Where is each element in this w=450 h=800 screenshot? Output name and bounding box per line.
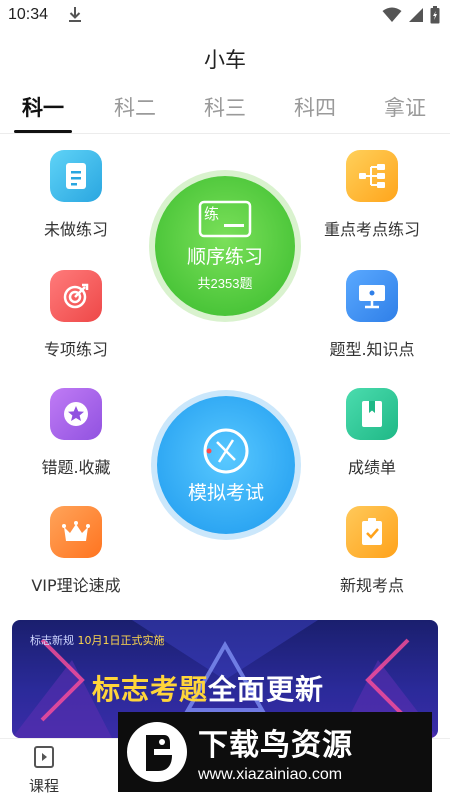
video-course-icon: [34, 746, 54, 768]
star-icon: [50, 388, 102, 440]
flowchart-icon: [346, 150, 398, 202]
watermark: 下载鸟资源 www.xiazainiao.com: [118, 712, 432, 792]
wifi-icon: [382, 7, 402, 22]
subject-tabs: 科一 科二 科三 科四 拿证: [0, 92, 450, 134]
feature-question-types[interactable]: 题型.知识点: [297, 270, 447, 360]
question-count: 共2353题: [197, 276, 253, 291]
target-icon: [50, 270, 102, 322]
document-icon: [50, 150, 102, 202]
feature-key-points[interactable]: 重点考点练习: [297, 150, 447, 240]
page-title: 小车: [204, 48, 246, 72]
feature-label: 新规考点: [339, 576, 404, 595]
feature-new-rules[interactable]: 新规考点: [297, 506, 447, 596]
banner-prefix: 标志新规: [30, 634, 74, 647]
feature-undone-practice[interactable]: 未做练习: [1, 150, 151, 240]
crown-icon: [50, 506, 102, 558]
checklist-icon: [346, 506, 398, 558]
banner-date: 10月1日正式实施: [77, 634, 165, 647]
sequential-practice-button[interactable]: 练 顺序练习 共2353题: [155, 176, 295, 316]
practice-badge-text: 练: [204, 205, 219, 223]
battery-icon: [430, 6, 440, 24]
feature-label: VIP理论速成: [31, 576, 121, 595]
tab-subject-1[interactable]: 科一: [8, 92, 78, 124]
banner-title-part-c: 更新: [266, 673, 325, 706]
feature-label: 错题.收藏: [41, 458, 111, 477]
feature-label: 专项练习: [43, 340, 108, 359]
tab-subject-2[interactable]: 科二: [100, 92, 170, 124]
monitor-icon: [346, 270, 398, 322]
bookmark-icon: [346, 388, 398, 440]
banner-subtitle: 标志新规 10月1日正式实施: [30, 632, 165, 648]
feature-vip[interactable]: VIP理论速成: [1, 506, 151, 596]
banner-title-part-a: 标志考题: [92, 673, 209, 706]
feature-scores[interactable]: 成绩单: [297, 388, 447, 478]
watermark-url: www.xiazainiao.com: [198, 766, 343, 783]
mock-exam-button[interactable]: 模拟考试: [157, 396, 295, 534]
mock-exam-title: 模拟考试: [187, 481, 264, 504]
bird-logo-icon: [127, 722, 187, 782]
exam-clock-icon: [203, 428, 249, 473]
status-bar: 10:34: [0, 0, 450, 32]
sequential-title: 顺序练习: [186, 246, 263, 268]
tab-license[interactable]: 拿证: [370, 92, 440, 124]
download-icon: [69, 7, 81, 22]
signal-icon: [409, 8, 423, 22]
feature-wrong-favorites[interactable]: 错题.收藏: [1, 388, 151, 478]
nav-courses-label: 课程: [28, 777, 59, 795]
tab-subject-4[interactable]: 科四: [280, 92, 350, 124]
banner-title-part-b: 全面: [208, 673, 267, 706]
nav-courses[interactable]: 课程: [14, 745, 74, 796]
feature-label: 题型.知识点: [329, 340, 415, 359]
feature-label: 重点考点练习: [323, 220, 420, 239]
watermark-text: 下载鸟资源: [198, 728, 353, 763]
status-icons: [382, 6, 440, 24]
status-time: 10:34: [8, 6, 49, 23]
feature-label: 未做练习: [43, 220, 108, 239]
tab-indicator: [14, 130, 72, 133]
feature-label: 成绩单: [347, 458, 396, 477]
tab-subject-3[interactable]: 科三: [190, 92, 260, 124]
banner-title: 标志考题全面更新: [92, 668, 324, 708]
feature-special-practice[interactable]: 专项练习: [1, 270, 151, 360]
practice-badge-icon: 练: [198, 200, 252, 238]
